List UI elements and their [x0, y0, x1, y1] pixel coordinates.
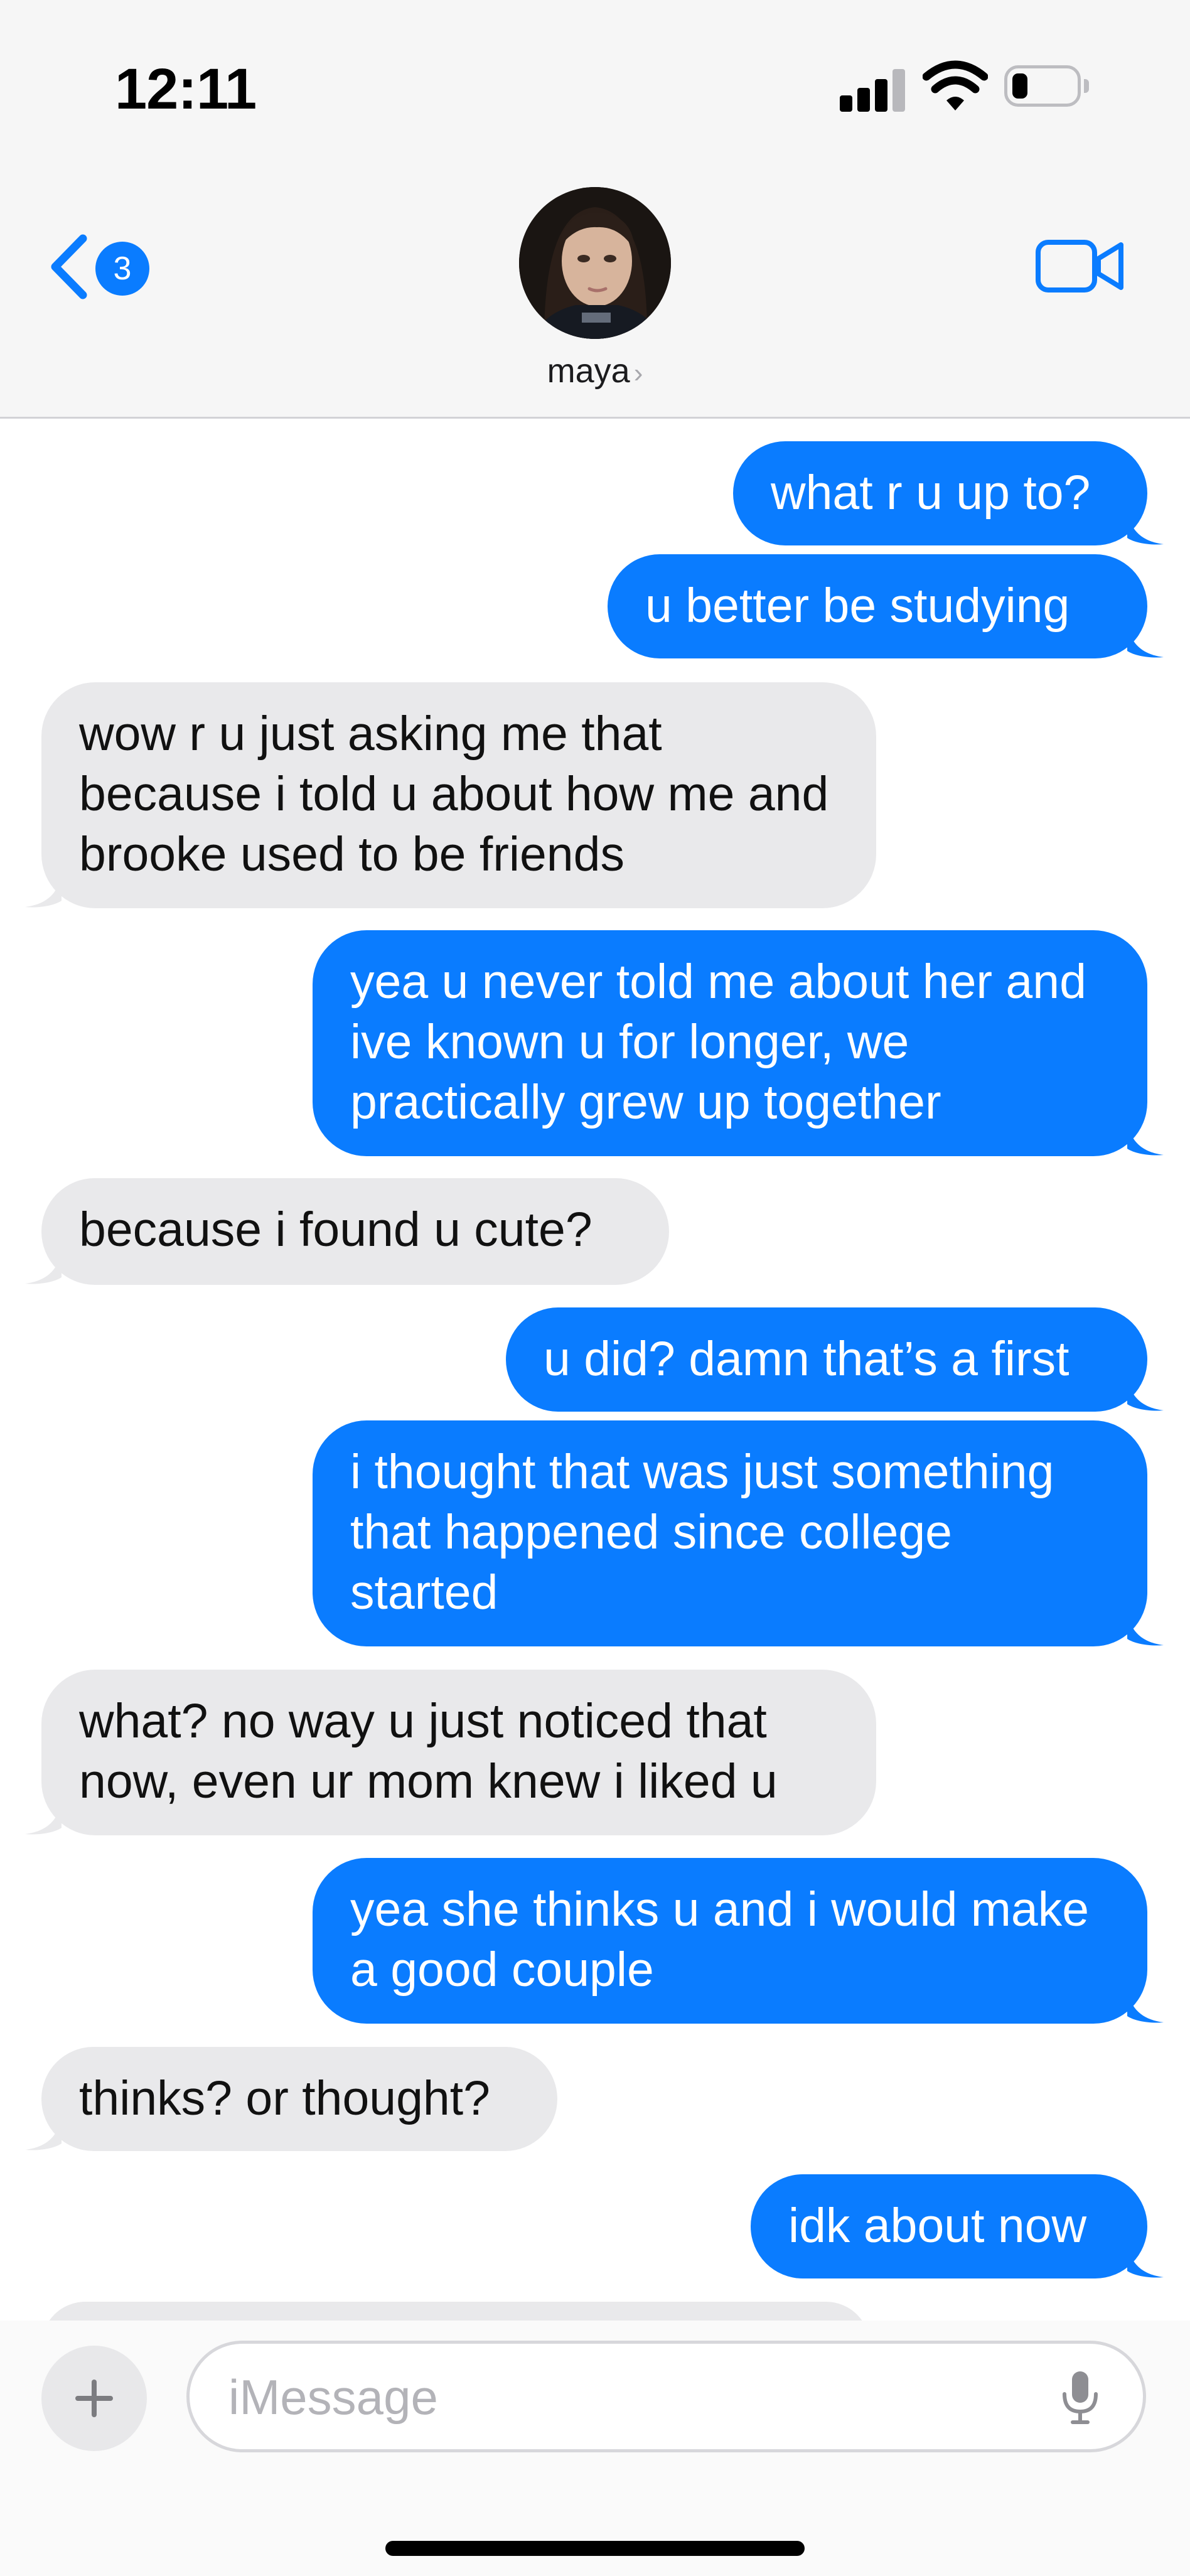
message-text: thinks? or thought? — [79, 2071, 490, 2125]
message-text: because i found u cute? — [79, 1203, 592, 1257]
message-text: wow r u just asking me that because i to… — [79, 707, 829, 881]
battery-icon — [1004, 65, 1091, 107]
wifi-icon — [923, 60, 988, 110]
bubble-tail — [1127, 2242, 1164, 2278]
bubble-tail — [1127, 509, 1164, 545]
chevron-right-icon: › — [633, 358, 643, 389]
cellular-signal-icon — [840, 69, 906, 112]
bubble-tail — [25, 2115, 62, 2150]
message-text: yea she thinks u and i would make a good… — [350, 1882, 1090, 1997]
bubble-tail — [25, 872, 62, 908]
message-text: i thought that was just something that h… — [350, 1445, 1054, 1619]
contact-avatar[interactable] — [519, 187, 671, 339]
message-bubble-sent[interactable]: u did? damn that’s a first — [506, 1307, 1164, 1412]
message-bubble-sent[interactable]: idk about now — [751, 2174, 1164, 2278]
bubble-tail — [1127, 1610, 1164, 1646]
unread-count-badge: 3 — [95, 242, 149, 296]
message-bubble-received[interactable]: because i found u cute? — [25, 1178, 669, 1285]
conversation-header: 12:11 3 maya › — [0, 0, 1190, 419]
message-text: u better be studying — [645, 579, 1070, 633]
contact-name: maya — [547, 352, 630, 390]
back-button[interactable]: 3 — [46, 227, 159, 303]
bubble-tail — [1127, 1987, 1164, 2023]
imessage-conversation-screen: 12:11 3 maya › what r u up to? u better … — [0, 0, 1190, 2576]
contact-name-button[interactable]: maya › — [502, 352, 688, 402]
message-bubble-received[interactable]: thinks? or thought? — [25, 2047, 557, 2151]
message-text: yea u never told me about her and ive kn… — [350, 955, 1086, 1129]
chevron-left-icon — [51, 234, 87, 299]
plus-icon[interactable] — [41, 2346, 147, 2451]
message-list[interactable]: what r u up to? u better be studying wow… — [0, 419, 1190, 2321]
bubble-tail — [25, 1799, 62, 1835]
bubble-tail — [1127, 1375, 1164, 1411]
message-bubble-received[interactable]: what? no way u just noticed that now, ev… — [25, 1670, 876, 1835]
message-input[interactable] — [227, 2344, 1033, 2450]
message-bubble-received[interactable]: wow r u just asking me that because i to… — [25, 682, 876, 908]
message-bubble-received-partial — [41, 2302, 870, 2321]
message-input-field[interactable] — [186, 2341, 1146, 2452]
message-bubble-sent[interactable]: i thought that was just something that h… — [313, 1420, 1164, 1646]
bubble-tail — [1127, 1120, 1164, 1156]
message-bubble-sent[interactable]: u better be studying — [608, 554, 1164, 658]
video-camera-icon[interactable] — [1036, 237, 1125, 295]
microphone-icon[interactable] — [1058, 2369, 1102, 2425]
bubble-tail — [1127, 622, 1164, 658]
message-bubble-sent[interactable]: what r u up to? — [733, 441, 1164, 545]
message-bubble-sent[interactable]: yea u never told me about her and ive kn… — [313, 930, 1164, 1156]
bubble-tail — [25, 1248, 62, 1284]
message-text: idk about now — [788, 2199, 1087, 2253]
message-text: u did? damn that’s a first — [544, 1332, 1069, 1386]
status-time: 12:11 — [115, 57, 257, 121]
message-text: what? no way u just noticed that now, ev… — [79, 1694, 778, 1808]
home-indicator[interactable] — [385, 2541, 805, 2556]
message-text: what r u up to? — [771, 466, 1091, 520]
message-bubble-sent[interactable]: yea she thinks u and i would make a good… — [313, 1858, 1164, 2024]
contact-photo — [519, 187, 671, 339]
